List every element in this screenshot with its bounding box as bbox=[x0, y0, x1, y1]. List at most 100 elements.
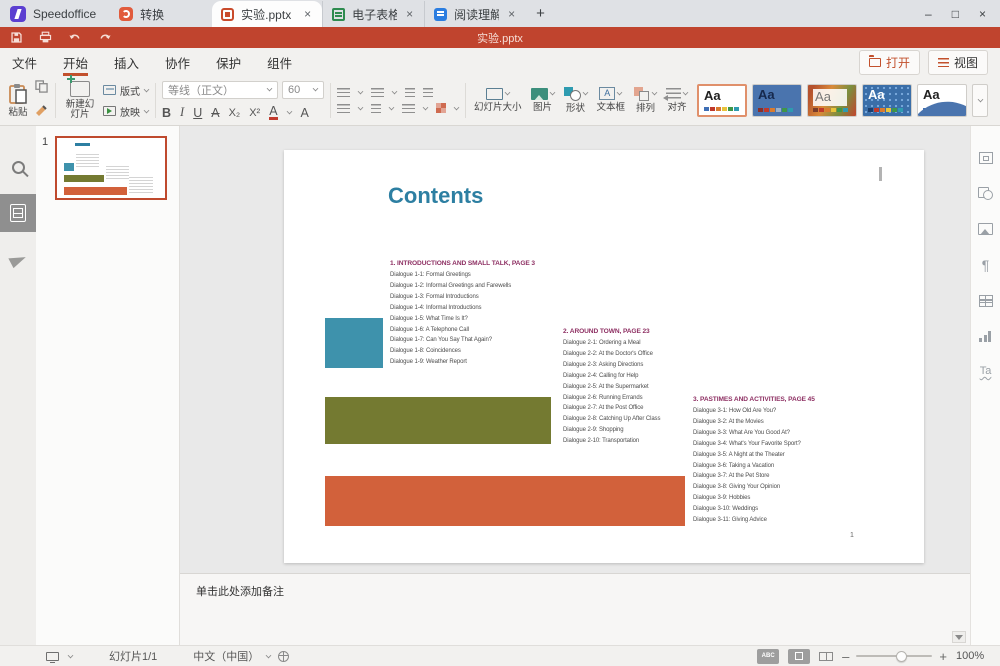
superscript-button[interactable]: X² bbox=[249, 107, 260, 119]
tab-document[interactable]: 阅读理解.docx × bbox=[424, 1, 526, 27]
slides-panel-tool-active[interactable] bbox=[0, 194, 36, 232]
zoom-slider-knob[interactable] bbox=[896, 651, 907, 662]
presenter-display-icon[interactable] bbox=[46, 652, 59, 661]
slide-properties-icon[interactable] bbox=[979, 152, 993, 164]
arrange-button[interactable]: 排列 bbox=[632, 87, 659, 114]
slideshow-button[interactable]: 放映 bbox=[103, 104, 149, 119]
theme-card-1-selected[interactable]: Aa bbox=[697, 84, 747, 117]
decrease-indent-icon[interactable] bbox=[405, 88, 415, 97]
line-spacing-icon[interactable] bbox=[337, 104, 350, 113]
redo-icon[interactable] bbox=[98, 32, 112, 44]
tab-convert[interactable]: 转换 bbox=[110, 1, 212, 27]
picture-button[interactable]: 图片 bbox=[529, 88, 557, 113]
table-panel-icon[interactable] bbox=[979, 295, 993, 307]
bold-button[interactable]: B bbox=[162, 106, 171, 120]
notes-panel[interactable]: 单击此处添加备注 bbox=[180, 573, 970, 645]
menu-file[interactable]: 文件 bbox=[12, 48, 37, 76]
slide[interactable]: Contents 1. INTRODUCTIONS AND SMALL TALK… bbox=[284, 150, 924, 563]
theme-card-3[interactable]: Aa bbox=[807, 84, 857, 117]
menu-components[interactable]: 组件 bbox=[267, 48, 292, 76]
copy-icon[interactable] bbox=[35, 80, 49, 98]
minimize-button[interactable]: – bbox=[925, 7, 932, 21]
shape-icon bbox=[564, 87, 581, 101]
save-icon[interactable] bbox=[10, 31, 23, 44]
convert-icon bbox=[119, 7, 133, 21]
paste-button[interactable]: 粘贴 bbox=[6, 83, 30, 118]
theme-color-strip bbox=[758, 108, 793, 112]
font-color-button[interactable]: A bbox=[269, 105, 277, 121]
globe-icon[interactable] bbox=[278, 651, 289, 662]
language-selector[interactable]: 中文（中国） bbox=[193, 648, 259, 664]
theme-card-2[interactable]: Aa bbox=[752, 84, 802, 117]
teal-rectangle-shape[interactable] bbox=[325, 318, 383, 368]
zoom-slider[interactable] bbox=[856, 655, 932, 657]
format-painter-icon[interactable] bbox=[35, 104, 49, 122]
slide-size-icon bbox=[486, 88, 503, 100]
chevron-down-icon bbox=[358, 89, 364, 95]
open-button[interactable]: 打开 bbox=[859, 50, 920, 75]
paragraph-panel-icon[interactable]: ¶ bbox=[982, 258, 990, 272]
new-tab-button[interactable]: + bbox=[526, 0, 555, 27]
menu-home-active[interactable]: 开始 bbox=[63, 48, 88, 76]
menu-insert[interactable]: 插入 bbox=[114, 48, 139, 76]
strikethrough-button[interactable]: A bbox=[211, 106, 219, 120]
olive-rectangle-shape[interactable] bbox=[325, 397, 551, 444]
contents-section-3[interactable]: 3. PASTIMES AND ACTIVITIES, PAGE 45 Dial… bbox=[693, 396, 853, 526]
slide-thumbnail-selected[interactable] bbox=[55, 136, 167, 200]
menu-protect[interactable]: 保护 bbox=[216, 48, 241, 76]
bullet-list-icon[interactable] bbox=[337, 88, 350, 97]
share-tool[interactable] bbox=[0, 240, 36, 278]
orange-rectangle-shape[interactable] bbox=[325, 476, 685, 526]
italic-button[interactable]: I bbox=[180, 105, 184, 120]
fit-slide-button[interactable] bbox=[788, 649, 810, 664]
slide-size-button[interactable]: 幻灯片大小 bbox=[472, 88, 524, 113]
subscript-button[interactable]: X₂ bbox=[229, 107, 241, 119]
theme-card-4[interactable]: Aa bbox=[862, 84, 912, 117]
close-tab-icon[interactable]: × bbox=[506, 7, 517, 21]
undo-icon[interactable] bbox=[68, 32, 82, 44]
slide-title[interactable]: Contents bbox=[388, 183, 483, 209]
shape-fill-icon[interactable] bbox=[436, 103, 446, 113]
shape-button[interactable]: 形状 bbox=[562, 87, 590, 114]
textbox-button[interactable]: A 文本框 bbox=[595, 87, 628, 113]
shapes-panel-icon[interactable] bbox=[978, 187, 993, 200]
layout-button[interactable]: 版式 bbox=[103, 83, 149, 98]
theme-aa-label: Aa bbox=[923, 87, 940, 102]
zoom-out-button[interactable]: – bbox=[842, 650, 849, 663]
chart-panel-icon[interactable] bbox=[979, 330, 992, 342]
dialogue-line: Dialogue 3-10: Weddings bbox=[693, 504, 853, 515]
view-button[interactable]: 视图 bbox=[928, 50, 988, 75]
font-size-select[interactable]: 60 bbox=[282, 81, 324, 99]
fit-window-icon[interactable] bbox=[819, 652, 833, 661]
scroll-down-button[interactable] bbox=[952, 631, 966, 643]
new-slide-button[interactable]: 新建幻灯片 bbox=[62, 81, 98, 121]
image-panel-icon[interactable] bbox=[978, 223, 993, 235]
paste-label: 粘贴 bbox=[8, 108, 27, 118]
print-icon[interactable] bbox=[39, 31, 52, 44]
align-text-icon[interactable] bbox=[402, 104, 415, 113]
close-window-button[interactable]: × bbox=[979, 7, 986, 21]
search-tool[interactable] bbox=[0, 148, 36, 186]
increase-indent-icon[interactable] bbox=[423, 88, 433, 97]
menu-collaborate[interactable]: 协作 bbox=[165, 48, 190, 76]
underline-button[interactable]: U bbox=[193, 106, 202, 120]
text-art-panel-icon[interactable]: Ta bbox=[980, 365, 992, 377]
dialogue-line: Dialogue 3-1: How Old Are You? bbox=[693, 406, 853, 417]
tab-spreadsheet[interactable]: 电子表格.xlsx × bbox=[322, 1, 424, 27]
numbered-list-icon[interactable] bbox=[371, 88, 384, 97]
font-name-select[interactable]: 等线（正文） bbox=[162, 81, 278, 99]
search-icon bbox=[12, 161, 25, 174]
spell-check-button[interactable]: ABC bbox=[757, 649, 779, 664]
close-tab-icon[interactable]: × bbox=[404, 7, 415, 21]
maximize-button[interactable]: □ bbox=[952, 7, 959, 21]
text-direction-icon[interactable] bbox=[371, 104, 381, 113]
zoom-in-button[interactable]: + bbox=[939, 650, 947, 663]
insert-group: 幻灯片大小 图片 形状 A 文本框 排列 对齐 bbox=[472, 79, 690, 122]
close-tab-icon[interactable]: × bbox=[302, 7, 313, 21]
theme-gallery-expand-button[interactable] bbox=[972, 84, 988, 117]
theme-card-5[interactable]: Aa bbox=[917, 84, 967, 117]
highlight-color-button[interactable]: A bbox=[301, 106, 309, 120]
contents-section-1[interactable]: 1. INTRODUCTIONS AND SMALL TALK, PAGE 3 … bbox=[390, 260, 550, 368]
align-button[interactable]: 对齐 bbox=[664, 88, 690, 113]
tab-presentation-active[interactable]: 实验.pptx × bbox=[212, 1, 322, 27]
